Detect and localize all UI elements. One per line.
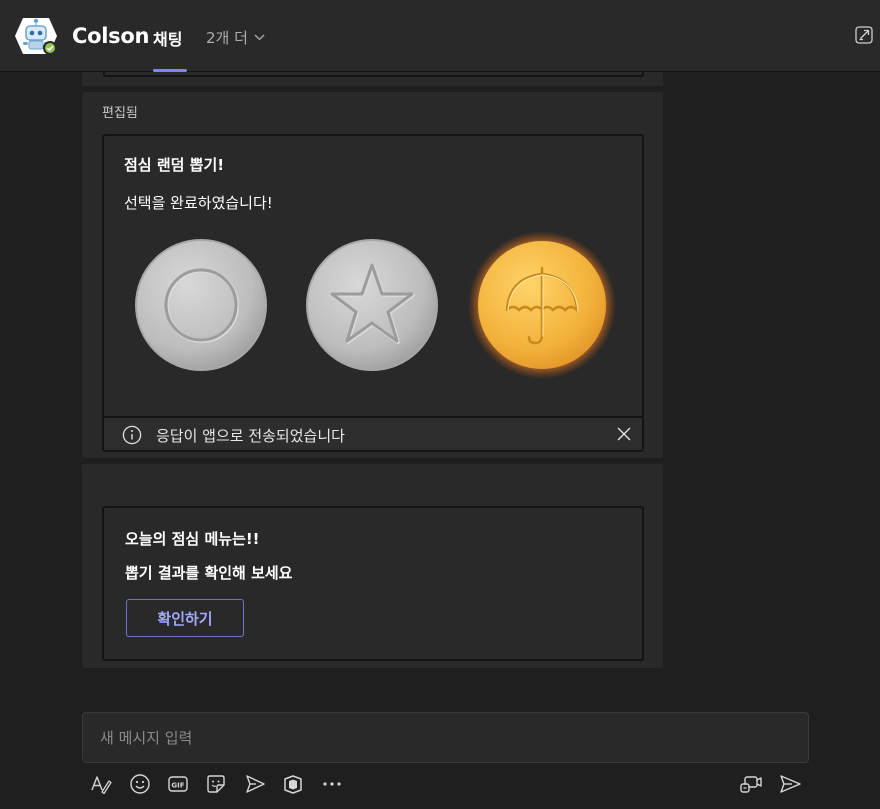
schedule-send-icon[interactable] <box>243 772 267 796</box>
adaptive-card-lottery: 점심 랜덤 뽑기! 선택을 완료하였습니다! 응답이 앱으로 전송되었습니다 <box>102 134 644 452</box>
app-header: Colson 채팅 2개 더 <box>0 0 880 72</box>
gif-icon[interactable]: GIF <box>166 772 190 796</box>
tab-chat[interactable]: 채팅 <box>153 26 182 50</box>
toast-text: 응답이 앱으로 전송되었습니다 <box>156 427 345 445</box>
emoji-icon[interactable] <box>128 772 152 796</box>
coin-star[interactable] <box>305 238 439 372</box>
svg-text:GIF: GIF <box>171 782 184 790</box>
chevron-down-icon <box>254 34 265 41</box>
message-lottery-result: 편집됨 점심 랜덤 뽑기! 선택을 완료하였습니다! 응답이 앱으로 전송되었습… <box>82 92 663 458</box>
close-icon[interactable] <box>616 426 632 442</box>
meet-now-icon[interactable] <box>739 772 763 796</box>
adaptive-card-menu: 오늘의 점심 메뉴는!! 뽑기 결과를 확인해 보세요 확인하기 <box>102 506 644 661</box>
sticker-icon[interactable] <box>204 772 228 796</box>
tab-more-label: 2개 더 <box>206 29 248 47</box>
coin-umbrella-selected[interactable] <box>467 230 617 380</box>
confirm-button[interactable]: 확인하기 <box>126 599 244 637</box>
info-icon <box>122 425 142 445</box>
previous-card-edge <box>103 72 644 77</box>
card-title: 점심 랜덤 뽑기! <box>124 156 225 174</box>
card-subtitle: 선택을 완료하였습니다! <box>124 194 273 212</box>
send-icon[interactable] <box>778 772 802 796</box>
compose-box <box>82 712 809 763</box>
popout-icon[interactable] <box>855 26 873 44</box>
bot-avatar[interactable] <box>15 16 59 56</box>
tab-more-dropdown[interactable]: 2개 더 <box>206 27 265 48</box>
app-name: Colson <box>72 24 150 48</box>
message-lunch-menu: 오늘의 점심 메뉴는!! 뽑기 결과를 확인해 보세요 확인하기 <box>82 464 663 668</box>
card-line-2: 뽑기 결과를 확인해 보세요 <box>125 564 293 582</box>
format-icon[interactable] <box>89 772 113 796</box>
response-sent-toast: 응답이 앱으로 전송되었습니다 <box>104 416 642 450</box>
edited-label: 편집됨 <box>102 106 138 121</box>
coin-circle[interactable] <box>134 238 268 372</box>
more-icon[interactable] <box>320 772 344 796</box>
robot-icon <box>15 18 57 55</box>
previous-message <box>82 72 663 86</box>
message-input[interactable] <box>83 713 808 762</box>
loop-icon[interactable] <box>281 772 305 796</box>
card-line-1: 오늘의 점심 메뉴는!! <box>125 530 260 548</box>
